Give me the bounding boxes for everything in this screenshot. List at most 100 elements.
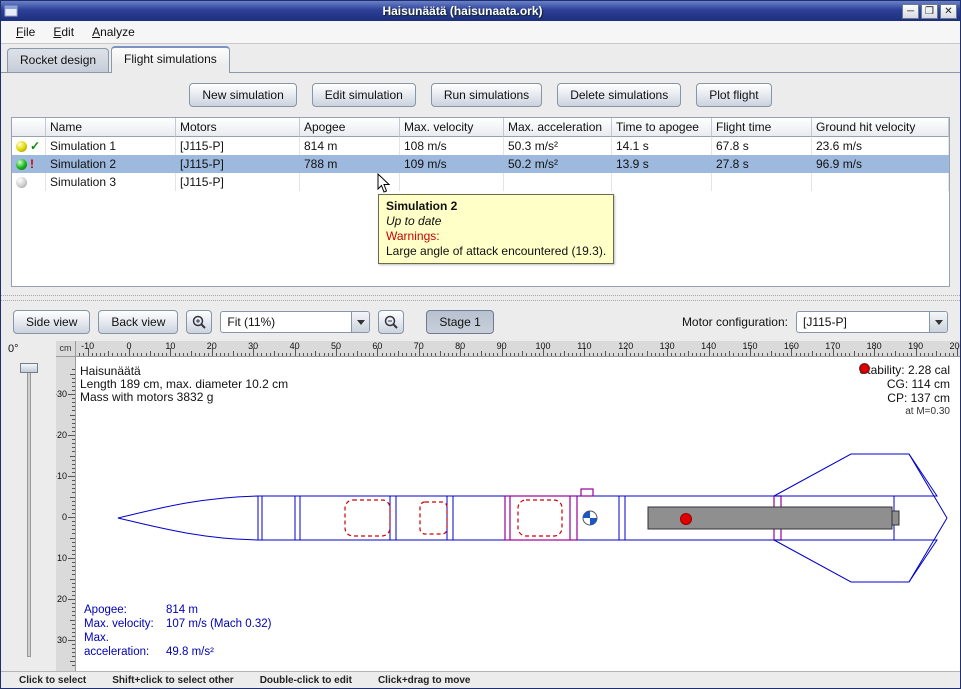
cell-motors: [J115-P] [176,155,300,173]
cell-max-acceleration [504,173,612,191]
cell-max-acceleration: 50.3 m/s² [504,137,612,155]
back-view-button[interactable]: Back view [98,310,178,334]
cell-flight-time [712,173,812,191]
stage-1-toggle[interactable]: Stage 1 [426,310,493,334]
menu-file[interactable]: File [7,22,44,42]
tooltip-title: Simulation 2 [386,199,606,214]
menu-edit[interactable]: Edit [44,22,83,42]
close-button[interactable]: ✕ [940,4,957,19]
maximize-button[interactable]: ❒ [921,4,938,19]
apogee-label: Apogee: [84,603,166,617]
cp-value: CP: 137 cm [887,391,950,405]
menu-analyze[interactable]: Analyze [83,22,144,42]
warning-icon: ! [30,157,34,171]
plot-flight-button[interactable]: Plot flight [696,83,771,107]
column-header-apogee[interactable]: Apogee [300,118,400,137]
simulation-toolbar: New simulation Edit simulation Run simul… [1,73,960,117]
tooltip-warning-text: Large angle of attack encountered (19.3)… [386,244,606,259]
zoom-in-button[interactable] [186,310,212,334]
tab-rocket-design[interactable]: Rocket design [7,48,109,72]
cell-apogee: 788 m [300,155,400,173]
new-simulation-button[interactable]: New simulation [189,83,296,107]
hint-double-click: Double-click to edit [260,675,352,686]
column-header-ground-hit-velocity[interactable]: Ground hit velocity [812,118,949,137]
column-header-motors[interactable]: Motors [176,118,300,137]
tabbar: Rocket design Flight simulations [1,44,960,73]
tooltip: Simulation 2 Up to date Warnings: Large … [378,194,614,264]
cell-max-velocity: 109 m/s [400,155,504,173]
status-uptodate-icon [16,141,27,152]
mach-condition: at M=0.30 [859,405,950,419]
rocket-figure-panel: 0° cm -100102030405060708090100110120130… [1,341,960,671]
rotation-angle-value: 0° [8,343,19,355]
cell-time-to-apogee [612,173,712,191]
view-toolbar: Side view Back view Fit (11%) Stage 1 Mo… [1,303,960,341]
zoom-select[interactable]: Fit (11%) [220,311,370,333]
check-icon: ✓ [30,139,40,153]
tooltip-status: Up to date [386,214,606,229]
hint-bar: Click to select Shift+click to select ot… [1,671,960,688]
table-row[interactable]: ! Simulation 2 [J115-P] 788 m 109 m/s 50… [12,155,949,173]
rotation-slider-handle[interactable] [20,363,38,373]
column-header-time-to-apogee[interactable]: Time to apogee [612,118,712,137]
cell-max-velocity: 108 m/s [400,137,504,155]
stability-info: Stability: 2.28 cal CG: 114 cm CP: 137 c… [859,363,950,419]
zoom-in-icon [192,315,206,329]
zoom-select-value: Fit (11%) [221,315,351,329]
minimize-button[interactable]: ─ [902,4,919,19]
ruler-left: -30-20-100102030 [56,357,76,671]
tab-flight-simulations[interactable]: Flight simulations [111,46,230,73]
cell-max-acceleration: 50.2 m/s² [504,155,612,173]
cell-motors: [J115-P] [176,137,300,155]
status-simulated-icon [16,159,27,170]
titlebar[interactable]: Haisunäätä (haisunaata.ork) ─ ❒ ✕ [1,1,960,21]
rocket-canvas[interactable]: Haisunäätä Length 189 cm, max. diameter … [76,357,960,671]
apogee-value: 814 m [166,604,198,616]
status-not-simulated-icon [16,177,27,188]
hint-shift-click: Shift+click to select other [112,675,233,686]
split-pane-divider[interactable] [1,293,960,303]
cell-ground-hit-velocity: 23.6 m/s [812,137,949,155]
zoom-out-button[interactable] [378,310,404,334]
max-velocity-value: 107 m/s (Mach 0.32) [166,618,271,630]
table-header-row: Name Motors Apogee Max. velocity Max. ac… [12,118,949,137]
cell-max-velocity [400,173,504,191]
table-row[interactable]: ✓ Simulation 1 [J115-P] 814 m 108 m/s 50… [12,137,949,155]
max-acceleration-label: Max. acceleration: [84,631,166,659]
motor-configuration-select[interactable]: [J115-P] [796,311,948,333]
rocket-info: Haisunäätä Length 189 cm, max. diameter … [80,365,288,404]
column-header-flight-time[interactable]: Flight time [712,118,812,137]
run-simulations-button[interactable]: Run simulations [431,83,542,107]
cell-name: Simulation 1 [46,137,176,155]
delete-simulations-button[interactable]: Delete simulations [557,83,681,107]
side-view-button[interactable]: Side view [13,310,90,334]
hint-click-select: Click to select [19,675,86,686]
app-window: Haisunäätä (haisunaata.ork) ─ ❒ ✕ File E… [0,0,961,689]
window-title: Haisunäätä (haisunaata.ork) [23,4,902,18]
stability-value: Stability: 2.28 cal [859,363,950,377]
chevron-down-icon[interactable] [351,312,369,332]
cell-time-to-apogee: 13.9 s [612,155,712,173]
menubar: File Edit Analyze [1,21,960,44]
tooltip-warnings-label: Warnings: [386,229,606,244]
cg-value: CG: 114 cm [887,377,950,391]
cell-flight-time: 27.8 s [712,155,812,173]
column-header-name[interactable]: Name [46,118,176,137]
rotation-slider-track[interactable] [27,367,31,657]
chevron-down-icon[interactable] [929,312,947,332]
column-header-status[interactable] [12,118,46,137]
motor-configuration-value: [J115-P] [797,315,929,329]
cell-name: Simulation 2 [46,155,176,173]
edit-simulation-button[interactable]: Edit simulation [312,83,416,107]
zoom-out-icon [384,315,398,329]
window-menu-icon[interactable] [4,5,19,18]
max-velocity-label: Max. velocity: [84,617,166,631]
ruler-top: -100102030405060708090100110120130140150… [76,341,960,357]
cell-flight-time: 67.8 s [712,137,812,155]
column-header-max-velocity[interactable]: Max. velocity [400,118,504,137]
hint-drag: Click+drag to move [378,675,471,686]
column-header-max-acceleration[interactable]: Max. acceleration [504,118,612,137]
cell-name: Simulation 3 [46,173,176,191]
table-row[interactable]: Simulation 3 [J115-P] [12,173,949,191]
cell-time-to-apogee: 14.1 s [612,137,712,155]
